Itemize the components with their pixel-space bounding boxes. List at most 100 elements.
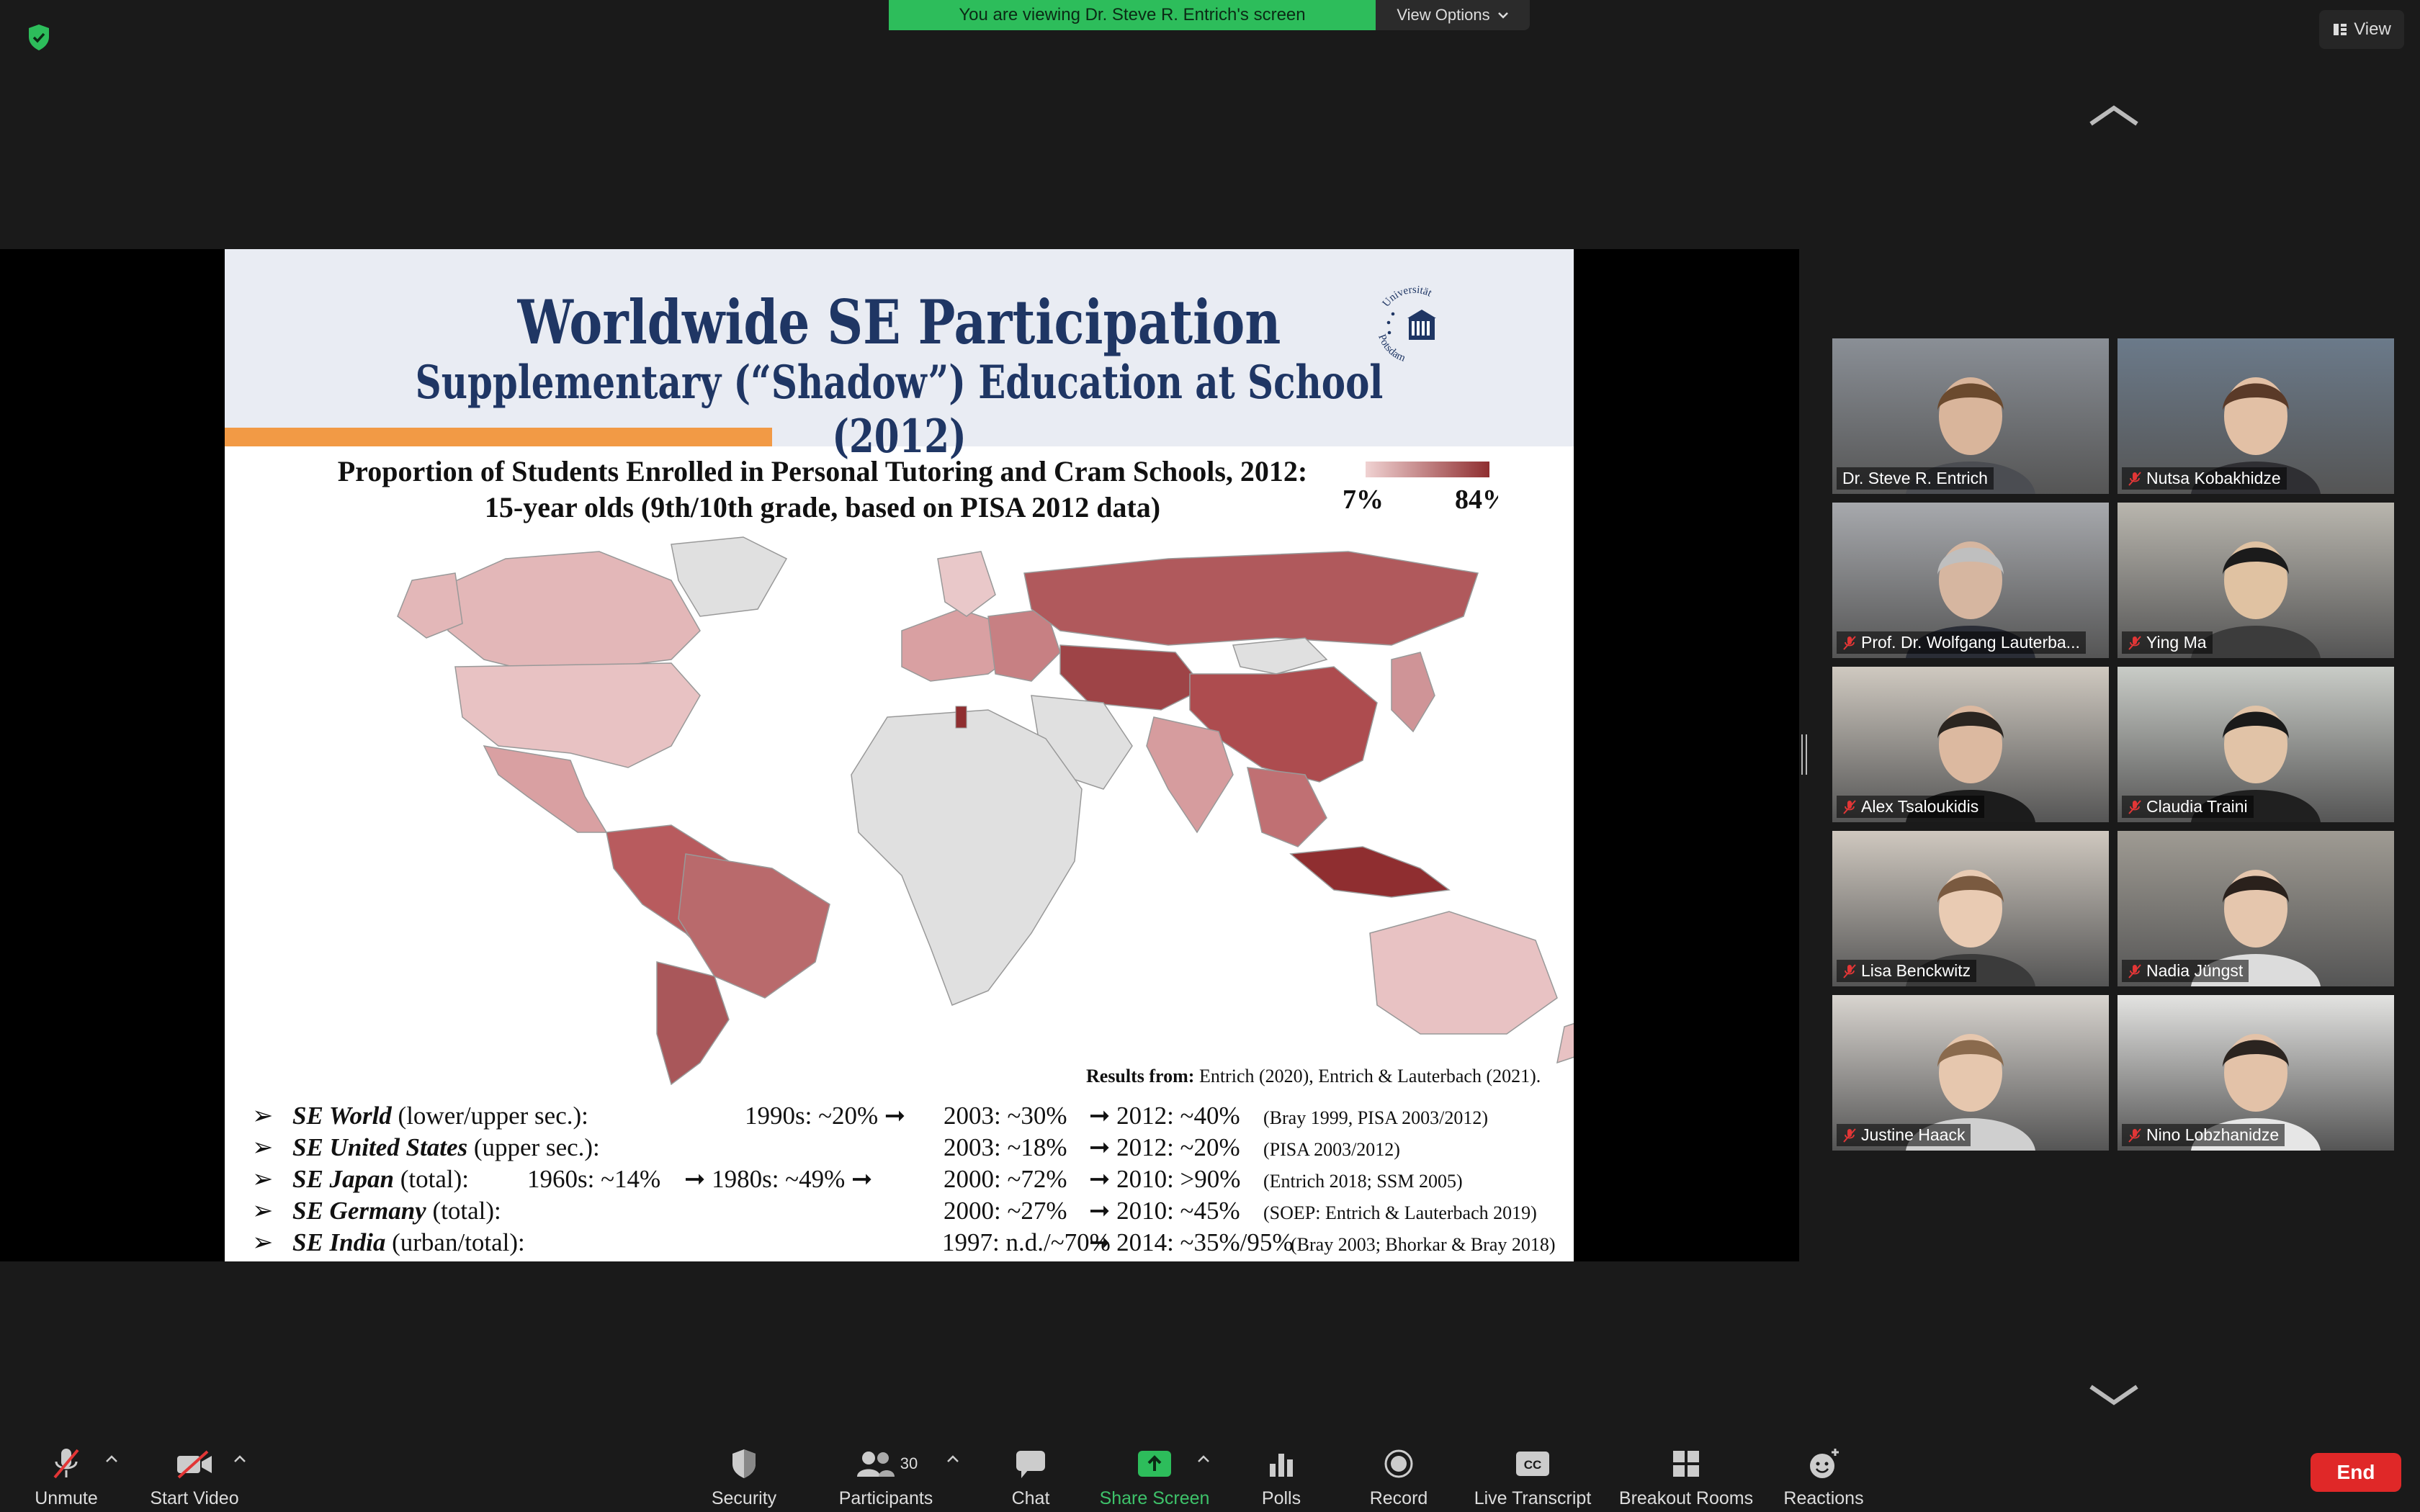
viewing-banner-text: You are viewing Dr. Steve R. Entrich's s… (959, 5, 1306, 24)
participant-tile[interactable]: Nadia Jüngst (2118, 831, 2394, 986)
chat-bubble-icon (1010, 1445, 1051, 1482)
map-tunisia (955, 706, 967, 729)
chat-button[interactable]: Chat (998, 1440, 1063, 1509)
end-meeting-button[interactable]: End (2311, 1453, 2401, 1492)
video-off-icon (174, 1445, 215, 1482)
participant-name: Nino Lobzhanidze (2146, 1125, 2280, 1144)
world-choropleth-map (397, 536, 1574, 1086)
security-shield-icon[interactable] (20, 19, 58, 56)
participants-button[interactable]: 30 Participants (835, 1440, 936, 1509)
participant-name-label: Alex Tsaloukidis (1837, 796, 1985, 818)
live-transcript-button[interactable]: CC Live Transcript (1468, 1440, 1597, 1509)
share-screen-button[interactable]: Share Screen (1095, 1440, 1214, 1509)
participant-name-label: Nutsa Kobakhidze (2122, 467, 2287, 490)
participant-tile[interactable]: Claudia Traini (2118, 667, 2394, 822)
muted-microphone-icon (46, 1445, 86, 1482)
map-greenland (671, 536, 788, 617)
map-title-line-1: Proportion of Students Enrolled in Perso… (337, 455, 1308, 487)
participant-name-label: Ying Ma (2122, 631, 2213, 654)
participant-tile[interactable]: Alex Tsaloukidis (1832, 667, 2109, 822)
legend-min-label: 7% (1343, 485, 1384, 515)
share-screen-label: Share Screen (1099, 1488, 1210, 1508)
participant-name-label: Nadia Jüngst (2122, 960, 2249, 982)
polls-label: Polls (1261, 1488, 1301, 1508)
record-button[interactable]: Record (1363, 1440, 1435, 1509)
participant-tile[interactable]: Justine Haack (1832, 995, 2109, 1151)
map-russia (1023, 551, 1479, 646)
participant-tile[interactable]: Nutsa Kobakhidze (2118, 338, 2394, 494)
viewing-screen-banner: You are viewing Dr. Steve R. Entrich's s… (889, 0, 1376, 30)
muted-microphone-icon (1843, 799, 1856, 814)
map-scandinavia (937, 551, 996, 617)
map-mexico (483, 745, 608, 833)
map-south-america-south (656, 961, 730, 1086)
map-indonesia (1289, 846, 1451, 898)
panel-resize-handle[interactable] (1801, 734, 1808, 775)
start-video-button[interactable]: Start Video (143, 1440, 246, 1509)
logo-text-bottom: Potsdam (1376, 333, 1407, 364)
svg-text:CC: CC (1524, 1458, 1542, 1472)
reactions-button[interactable]: Reactions (1779, 1440, 1868, 1509)
slide-accent-bar (225, 428, 772, 446)
participant-name-label: Prof. Dr. Wolfgang Lauterba... (1837, 631, 2086, 654)
participant-tile[interactable]: Prof. Dr. Wolfgang Lauterba... (1832, 503, 2109, 658)
map-japan-korea (1391, 652, 1435, 733)
record-icon (1379, 1445, 1419, 1482)
participant-name-label: Lisa Benckwitz (1837, 960, 1977, 982)
breakout-rooms-label: Breakout Rooms (1618, 1488, 1754, 1508)
reaction-emoji-icon (1803, 1445, 1844, 1482)
gallery-scroll-down-icon[interactable] (2085, 1381, 2143, 1410)
muted-microphone-icon (2128, 471, 2141, 486)
muted-microphone-icon (2128, 963, 2141, 978)
muted-microphone-icon (1843, 963, 1856, 978)
view-button[interactable]: View (2319, 10, 2404, 49)
participants-options-caret-icon[interactable] (946, 1454, 959, 1463)
security-button[interactable]: Security (697, 1440, 791, 1509)
participant-name: Nutsa Kobakhidze (2146, 469, 2281, 487)
reactions-label: Reactions (1783, 1488, 1864, 1508)
list-item: ➢ SE World (lower/upper sec.): 1990s: ~2… (252, 1102, 1488, 1130)
video-options-caret-icon[interactable] (233, 1454, 246, 1463)
list-item: ➢ SE United States (upper sec.): 2003: ~… (252, 1133, 1400, 1161)
participant-name-label: Justine Haack (1837, 1124, 1971, 1146)
list-item: ➢ SE Germany (total): 2000: ~27% ➞ 2010:… (252, 1197, 1537, 1225)
svg-text:Universität: Universität (1381, 284, 1434, 310)
list-item: ➢ SE India (urban/total): 1997: n.d./~70… (252, 1228, 1556, 1256)
presentation-slide: Worldwide SE Participation Supplementary… (225, 249, 1574, 1261)
participant-name: Justine Haack (1861, 1125, 1966, 1144)
polls-button[interactable]: Polls (1249, 1440, 1314, 1509)
muted-microphone-icon (2128, 799, 2141, 814)
unmute-button[interactable]: Unmute (29, 1440, 104, 1509)
svg-text:Potsdam: Potsdam (1376, 333, 1407, 364)
participant-tile[interactable]: Ying Ma (2118, 503, 2394, 658)
breakout-rooms-button[interactable]: Breakout Rooms (1618, 1440, 1754, 1509)
participants-icon: 30 (853, 1445, 918, 1482)
participant-tile[interactable]: Lisa Benckwitz (1832, 831, 2109, 986)
security-label: Security (711, 1488, 777, 1508)
participant-tile[interactable]: Nino Lobzhanidze (2118, 995, 2394, 1151)
participant-name-label: Dr. Steve R. Entrich (1837, 467, 1994, 490)
unmute-label: Unmute (35, 1488, 98, 1508)
map-new-zealand (1556, 1022, 1574, 1064)
view-button-label: View (2354, 19, 2391, 39)
map-title-line-2: 15-year olds (9th/10th grade, based on P… (484, 491, 1161, 523)
map-australia (1369, 911, 1558, 1035)
participant-name: Dr. Steve R. Entrich (1842, 469, 1988, 487)
participant-name: Alex Tsaloukidis (1861, 797, 1979, 816)
shield-icon (724, 1445, 764, 1482)
muted-microphone-icon (1843, 1128, 1856, 1143)
audio-options-caret-icon[interactable] (105, 1454, 118, 1463)
closed-caption-icon: CC (1512, 1445, 1553, 1482)
slide-subtitle: Supplementary (“Shadow”) Education at Sc… (415, 356, 1384, 464)
muted-microphone-icon (2128, 635, 2141, 650)
participant-tile[interactable]: Dr. Steve R. Entrich (1832, 338, 2109, 494)
map-canada (440, 551, 701, 675)
participant-name-label: Nino Lobzhanidze (2122, 1124, 2285, 1146)
logo-text-top: Universität (1381, 284, 1434, 310)
share-options-caret-icon[interactable] (1197, 1454, 1210, 1463)
map-title: Proportion of Students Enrolled in Perso… (268, 454, 1377, 526)
slide-title: Worldwide SE Participation (517, 287, 1281, 358)
legend-max-label: 84% (1455, 485, 1498, 515)
view-options-button[interactable]: View Options (1376, 0, 1530, 30)
gallery-scroll-up-icon[interactable] (2085, 101, 2143, 130)
